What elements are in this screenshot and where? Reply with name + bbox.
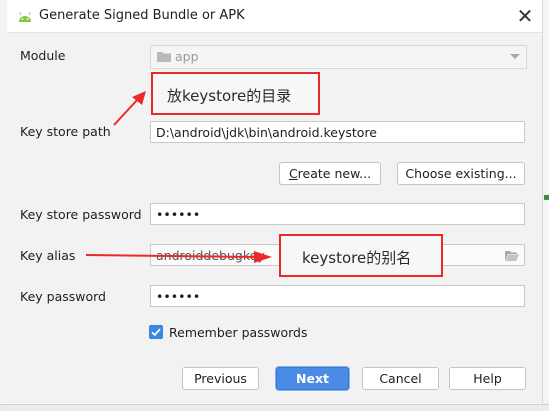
chevron-down-icon (510, 54, 520, 59)
cancel-button[interactable]: Cancel (362, 367, 439, 390)
module-value: app (175, 49, 199, 64)
previous-label: Previous (194, 371, 247, 386)
key-alias-label: Key alias (20, 248, 76, 263)
android-icon (19, 12, 31, 22)
remember-passwords-checkbox[interactable] (149, 325, 163, 339)
annotation-keystore-alias: keystore的别名 (279, 234, 443, 277)
folder-open-icon[interactable] (505, 250, 519, 261)
key-alias-value: androiddebugkey (156, 248, 265, 263)
previous-button[interactable]: Previous (182, 367, 259, 390)
keystore-password-input[interactable]: •••••• (150, 203, 525, 225)
choose-existing-button[interactable]: Choose existing... (397, 162, 525, 185)
key-password-label: Key password (20, 289, 106, 304)
editor-marker-icon: ▪ (543, 192, 549, 203)
module-select[interactable]: app (150, 45, 527, 69)
help-button[interactable]: Help (449, 367, 526, 390)
key-password-input[interactable]: •••••• (150, 285, 525, 307)
key-password-value: •••••• (156, 289, 201, 304)
create-new-mnemonic: C (288, 166, 298, 181)
remember-passwords-label: Remember passwords (169, 325, 308, 340)
next-label: Next (296, 371, 329, 386)
keystore-path-input[interactable]: D:\android\jdk\bin\android.keystore (150, 121, 525, 143)
folder-icon (157, 52, 171, 62)
create-new-button[interactable]: Create new... (279, 162, 381, 185)
choose-existing-label: Choose existing... (405, 166, 517, 181)
checkmark-icon (151, 328, 161, 337)
create-new-label: reate new... (297, 166, 372, 181)
dialog-title: Generate Signed Bundle or APK (39, 8, 245, 23)
annotation-keystore-directory-text: 放keystore的目录 (167, 87, 292, 105)
annotation-keystore-directory: 放keystore的目录 (151, 72, 320, 115)
annotation-keystore-alias-text: keystore的别名 (302, 249, 412, 267)
dialog-titlebar: Generate Signed Bundle or APK ✕ (7, 0, 542, 33)
keystore-password-value: •••••• (156, 207, 201, 222)
keystore-password-label: Key store password (20, 207, 142, 222)
next-button[interactable]: Next (276, 367, 349, 390)
help-label: Help (473, 371, 502, 386)
keystore-path-value: D:\android\jdk\bin\android.keystore (156, 125, 378, 140)
generate-signed-bundle-dialog: Generate Signed Bundle or APK ✕ Module a… (7, 0, 542, 404)
background-editor-edge-right: ▪ (542, 0, 549, 410)
close-button[interactable]: ✕ (513, 4, 537, 28)
keystore-path-label: Key store path (20, 124, 111, 139)
cancel-label: Cancel (379, 371, 422, 386)
module-label: Module (20, 48, 66, 63)
